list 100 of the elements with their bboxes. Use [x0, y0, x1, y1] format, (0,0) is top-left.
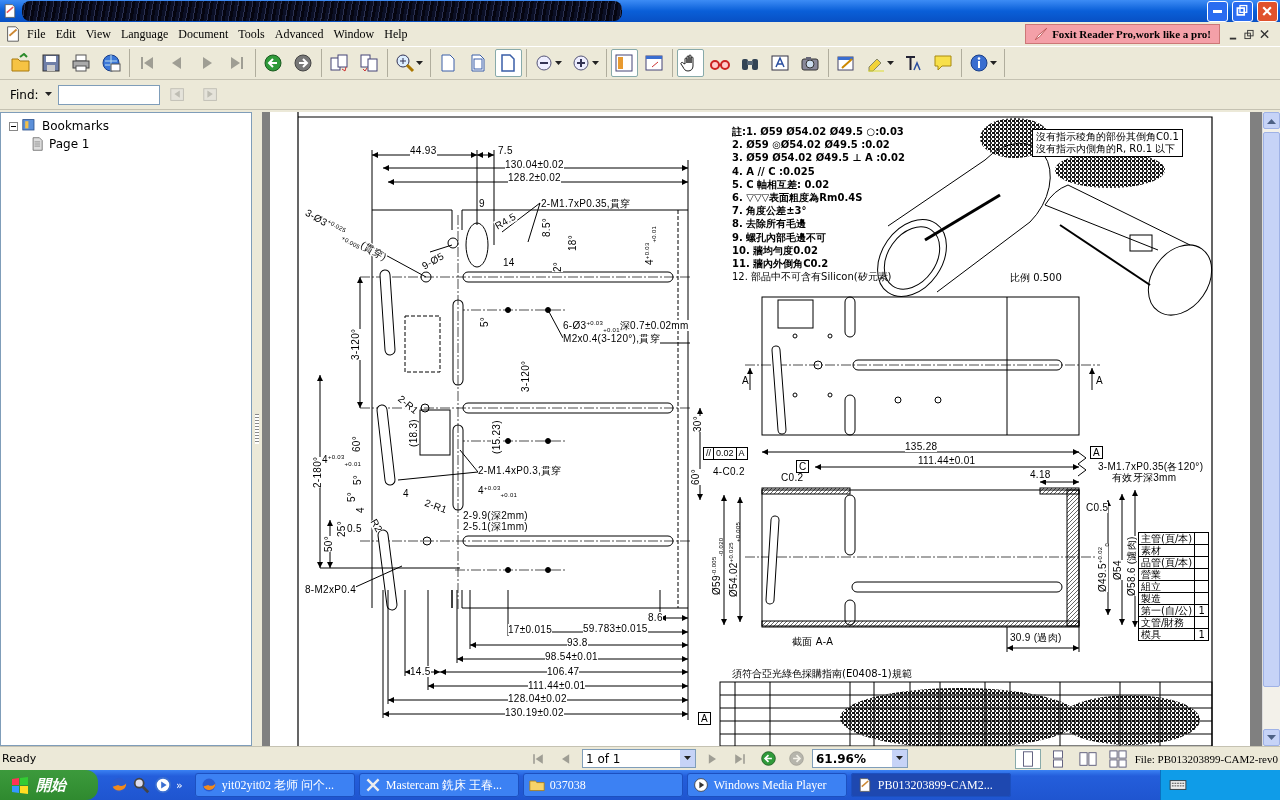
document-icon	[4, 25, 22, 43]
note-line: 沒有指示內側角的R, R0.1 以下	[1036, 143, 1177, 155]
note-line: 7. 角度公差±3°	[732, 204, 808, 218]
taskbar-button[interactable]: 037038	[522, 773, 683, 797]
taskbar-button[interactable]: yit02yit02 老师 问个...	[194, 773, 355, 797]
panel-button[interactable]	[611, 49, 638, 77]
tolerance-cell-text: A	[737, 448, 746, 459]
caret-icon	[416, 60, 423, 66]
table-cell: 製造	[1138, 592, 1195, 605]
page-field[interactable]: 1 of 1	[582, 749, 696, 768]
facing-pages-icon	[1078, 749, 1097, 768]
menu-item[interactable]: Advanced	[269, 24, 329, 44]
play-icon[interactable]	[154, 776, 172, 794]
magnifier-icon[interactable]	[132, 776, 150, 794]
table-cell: 文管/財務	[1138, 616, 1195, 629]
play-icon	[692, 777, 709, 793]
x-icon	[364, 777, 381, 793]
note-line: 5. C 軸相互差: 0.02	[732, 177, 831, 191]
menu-item[interactable]: File	[22, 24, 51, 44]
table-cell: 營業	[1138, 568, 1195, 581]
find-field[interactable]	[57, 84, 160, 105]
start-button[interactable]: 開始	[0, 770, 98, 800]
bookmark-item[interactable]: Bookmarks	[42, 119, 110, 133]
dimension-label: 2-9.9(深2mm)	[463, 510, 528, 521]
menu-item[interactable]: View	[80, 24, 116, 44]
dimension-label: 111.44±0.01	[528, 680, 586, 691]
caret-icon[interactable]	[44, 92, 52, 97]
dimension-label: 60°	[690, 468, 701, 485]
find-label: Find:	[10, 87, 39, 102]
panel-icon	[614, 53, 634, 73]
dimension-label: 有效牙深3mm	[1112, 472, 1177, 483]
menu-item[interactable]: Edit	[50, 24, 81, 44]
zoom-field[interactable]: 61.96%	[812, 749, 908, 768]
dimension-label: (18.3)	[408, 419, 419, 447]
menu-item[interactable]: Tools	[233, 24, 270, 44]
taskbar-button[interactable]: Windows Media Player	[686, 773, 847, 797]
more-button[interactable]: »	[176, 778, 183, 792]
note-line: 11. 牆內外倒角C0.2	[732, 257, 830, 271]
dimension-label: 0.5	[347, 523, 362, 534]
menu-item[interactable]: Language	[115, 24, 174, 44]
dimension-label: 6-Ø3$^{+0.03}$$_{+0.01}$深0.7±0.02mm	[563, 320, 689, 331]
save-icon	[41, 53, 61, 73]
dimension-label: 5°	[479, 316, 490, 327]
table-cell: 素材	[1138, 544, 1195, 557]
caret-icon	[555, 60, 562, 66]
dimension-label: 4-C0.2	[713, 466, 745, 477]
dimension-label: 5°	[352, 474, 363, 485]
dimension-label: 3-120°	[520, 360, 531, 392]
fit-page-icon	[468, 53, 488, 73]
keyboard-icon	[1169, 778, 1187, 792]
note-line: 註:1. Ø59 Ø54.02 Ø49.5 ○:0.03	[732, 125, 905, 139]
datum-label: A	[698, 712, 711, 725]
dimension-label: 7.5	[498, 145, 513, 156]
actual-size-button[interactable]	[495, 49, 522, 77]
document-icon	[2, 3, 18, 19]
close-icon[interactable]	[1260, 28, 1270, 40]
print-icon	[71, 53, 91, 73]
dimension-label: 130.04±0.02	[505, 159, 564, 170]
page-icon	[31, 136, 45, 152]
dimension-label: 59.783±0.015	[583, 623, 648, 634]
actual-size-icon	[498, 53, 518, 73]
dimension-label: 2-5.1(深1mm)	[463, 521, 528, 532]
expand-toggle[interactable]	[9, 121, 18, 131]
vertical-scrollbar[interactable]	[1262, 112, 1280, 746]
zoom-in-icon	[571, 53, 591, 73]
hand-button[interactable]	[677, 49, 704, 77]
promo-banner[interactable]: Foxit Reader Pro,work like a pro!	[1025, 24, 1220, 44]
status-text: Ready	[2, 752, 38, 765]
back-icon	[759, 750, 777, 767]
tolerance-cell: 0.02	[714, 448, 737, 459]
note-line: 10. 牆均勻度0.02	[732, 243, 819, 258]
maximize-button[interactable]	[1232, 0, 1253, 22]
dimension-label: 98.54±0.01	[545, 651, 598, 662]
dimension-label: 3-M1.7xP0.35(各120°)	[1098, 461, 1204, 472]
dimension-label: Ø54	[1112, 560, 1123, 580]
dimension-label: 130.19±0.02	[505, 707, 564, 718]
bookmark-item[interactable]: Page 1	[49, 137, 90, 151]
restore-icon[interactable]	[1244, 28, 1254, 40]
menu-item[interactable]: Document	[173, 24, 234, 44]
file-name: File: PB013203899-CAM2-rev0	[1134, 752, 1278, 765]
dimension-label: 106.47	[547, 666, 580, 677]
taskbar-button[interactable]: PB013203899-CAM2...	[850, 773, 1011, 797]
dimension-label: 3-120°	[350, 328, 361, 360]
dimension-label: 93.8	[567, 637, 588, 648]
single-page-button[interactable]	[1014, 748, 1041, 769]
fox-icon	[200, 777, 217, 793]
minimize-icon	[1213, 9, 1222, 13]
close-button[interactable]	[1257, 0, 1278, 22]
taskbar-button[interactable]: Mastercam 銑床 王春...	[358, 773, 519, 797]
caret-icon	[592, 60, 599, 66]
window-icon	[644, 53, 664, 73]
menu-item[interactable]: Window	[328, 24, 380, 44]
dimension-label: 8.5°	[541, 217, 552, 237]
menu-item[interactable]: Help	[379, 24, 413, 44]
note-line: 沒有指示稜角的部份其倒角C0.1	[1036, 131, 1179, 143]
tolerance-cell: //	[704, 448, 714, 459]
note-line: 8. 去除所有毛邊	[732, 217, 808, 231]
dimension-label: Ø58.6 (濾肉)	[1126, 536, 1137, 596]
minimize-button[interactable]	[1207, 0, 1228, 22]
dimension-label: 128.04±0.02	[508, 693, 567, 704]
